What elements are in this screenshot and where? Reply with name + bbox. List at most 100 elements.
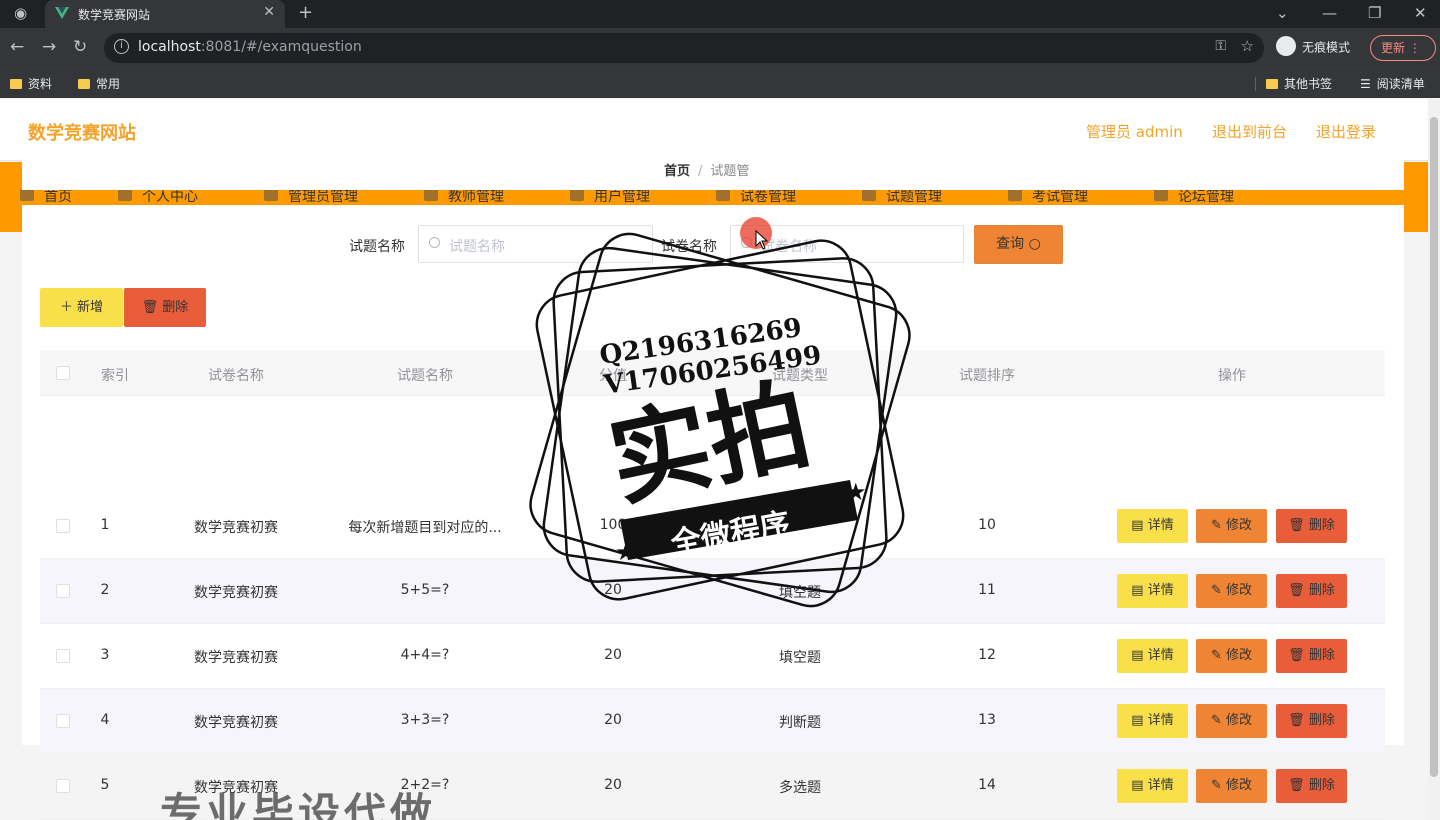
url-path: :8081/#/examquestion <box>200 39 362 55</box>
edit-button[interactable]: ✎ 修改 <box>1196 769 1267 803</box>
row-checkbox[interactable] <box>56 584 70 598</box>
folder-icon <box>78 78 90 89</box>
edit-button[interactable]: ✎ 修改 <box>1196 704 1267 738</box>
incognito-indicator[interactable]: 无痕模式 <box>1276 36 1351 58</box>
question-name-placeholder: 试题名称 <box>449 239 505 255</box>
url-host: localhost <box>138 39 201 55</box>
row-checkbox[interactable] <box>56 649 70 663</box>
detail-button[interactable]: ▤ 详情 <box>1117 509 1188 543</box>
home-icon <box>20 189 34 201</box>
exit-to-front-link[interactable]: 退出到前台 <box>1212 121 1287 142</box>
reading-list[interactable]: ☰ 阅读清单 <box>1360 75 1425 92</box>
detail-label: 详情 <box>1147 518 1174 533</box>
logout-link[interactable]: 退出登录 <box>1316 121 1376 142</box>
delete-button[interactable]: 🗑 删除 <box>1276 574 1347 608</box>
detail-button[interactable]: ▤ 详情 <box>1117 639 1188 673</box>
bookmark-star-icon[interactable]: ☆ <box>1241 37 1254 55</box>
page-scrollbar[interactable] <box>1428 99 1440 820</box>
cell-order: 14 <box>978 777 996 793</box>
incognito-icon <box>1276 36 1296 56</box>
search-icon: ○ <box>1028 236 1041 252</box>
col-type: 试题类型 <box>772 368 828 384</box>
update-button[interactable]: 更新 ⋮ <box>1370 35 1436 61</box>
delete-button[interactable]: 🗑 删除 <box>1276 704 1347 738</box>
cell-type: 填空题 <box>779 585 821 601</box>
detail-button[interactable]: ▤ 详情 <box>1117 704 1188 738</box>
info-icon[interactable]: i <box>114 39 129 54</box>
browser-tab[interactable]: 数学竞赛网站 ✕ <box>45 0 285 28</box>
maximize-icon[interactable]: ❐ <box>1368 4 1381 22</box>
row-checkbox[interactable] <box>56 714 70 728</box>
menu-label: 管理员管理 <box>288 189 358 205</box>
minimize-icon[interactable]: — <box>1322 4 1337 22</box>
add-button[interactable]: ＋ 新增 <box>40 288 123 327</box>
mouse-cursor-icon <box>755 230 769 250</box>
bookmark-label: 资料 <box>28 77 53 91</box>
cell-index: 5 <box>100 777 110 793</box>
row-checkbox[interactable] <box>56 519 70 533</box>
chevron-down-icon[interactable]: ⌄ <box>1276 4 1289 22</box>
breadcrumb-home[interactable]: 首页 <box>664 164 690 179</box>
question-name-label: 试题名称 <box>349 239 405 255</box>
browser-menu-icon[interactable]: ◉ <box>14 4 27 22</box>
batch-delete-button[interactable]: 🗑 删除 <box>124 288 206 327</box>
back-icon[interactable]: ← <box>10 37 24 57</box>
delete-button[interactable]: 🗑 删除 <box>1276 769 1347 803</box>
select-all-checkbox[interactable] <box>56 366 70 380</box>
close-window-icon[interactable]: ✕ <box>1414 4 1427 22</box>
reload-icon[interactable]: ↻ <box>73 37 87 57</box>
question-name-input[interactable]: 试题名称 <box>418 225 653 263</box>
delete-button[interactable]: 🗑 删除 <box>1276 509 1347 543</box>
query-button[interactable]: 查询 ○ <box>974 225 1063 264</box>
delete-button[interactable]: 🗑 删除 <box>1276 639 1347 673</box>
folder-icon <box>1266 78 1278 89</box>
cell-score: 20 <box>604 647 622 663</box>
url-input[interactable]: i localhost:8081/#/examquestion ⚿ ☆ <box>104 33 1264 63</box>
cell-question: 每次新增题目到对应的... <box>348 520 502 536</box>
delete-label: 删除 <box>1308 518 1335 533</box>
row-checkbox[interactable] <box>56 779 70 793</box>
breadcrumb-card: 首页 / 试题管 <box>22 144 1404 190</box>
edit-button[interactable]: ✎ 修改 <box>1196 574 1267 608</box>
col-question: 试题名称 <box>397 368 453 384</box>
cell-order: 10 <box>978 517 996 533</box>
delete-label: 删除 <box>1308 713 1335 728</box>
table-header: 索引 试卷名称 试题名称 分值 试题类型 试题排序 操作 <box>40 350 1385 396</box>
cell-score: 20 <box>604 712 622 728</box>
bookmark-ziliao[interactable]: 资料 <box>10 75 52 92</box>
detail-button[interactable]: ▤ 详情 <box>1117 574 1188 608</box>
detail-label: 详情 <box>1147 648 1174 663</box>
chart-icon <box>570 189 584 201</box>
divider <box>1255 77 1256 91</box>
scrollbar-thumb[interactable] <box>1430 117 1438 777</box>
edit-button[interactable]: ✎ 修改 <box>1196 509 1267 543</box>
cell-type: 填空题 <box>779 650 821 666</box>
new-tab-icon[interactable]: + <box>298 2 313 23</box>
detail-button[interactable]: ▤ 详情 <box>1117 769 1188 803</box>
forward-icon[interactable]: → <box>42 37 56 57</box>
incognito-label: 无痕模式 <box>1302 40 1351 55</box>
bookmark-changyong[interactable]: 常用 <box>78 75 120 92</box>
cell-question: 4+4=? <box>400 647 450 663</box>
breadcrumb-current: 试题管 <box>710 164 750 179</box>
admin-icon <box>264 189 278 201</box>
close-tab-icon[interactable]: ✕ <box>263 4 275 20</box>
key-icon[interactable]: ⚿ <box>1215 38 1226 54</box>
cell-index: 3 <box>100 647 110 663</box>
bookmarks-bar: 资料 常用 其他书签 ☰ 阅读清单 <box>0 68 1440 98</box>
query-label: 查询 <box>996 236 1025 252</box>
cell-score: 20 <box>604 777 622 793</box>
cell-paper: 数学竞赛初赛 <box>194 650 278 666</box>
vue-logo-icon <box>55 7 69 19</box>
address-bar-row: ← → ↻ i localhost:8081/#/examquestion ⚿ … <box>0 28 1440 68</box>
edit-button[interactable]: ✎ 修改 <box>1196 639 1267 673</box>
teacher-icon <box>424 189 438 201</box>
edit-label: 修改 <box>1226 518 1253 533</box>
forum-icon <box>1154 189 1168 201</box>
col-actions: 操作 <box>1218 368 1246 384</box>
menu-label: 个人中心 <box>142 189 198 205</box>
bookmark-other[interactable]: 其他书签 <box>1266 75 1332 92</box>
user-icon <box>118 189 132 201</box>
detail-label: 详情 <box>1147 778 1174 793</box>
menu-label: 首页 <box>44 189 72 205</box>
